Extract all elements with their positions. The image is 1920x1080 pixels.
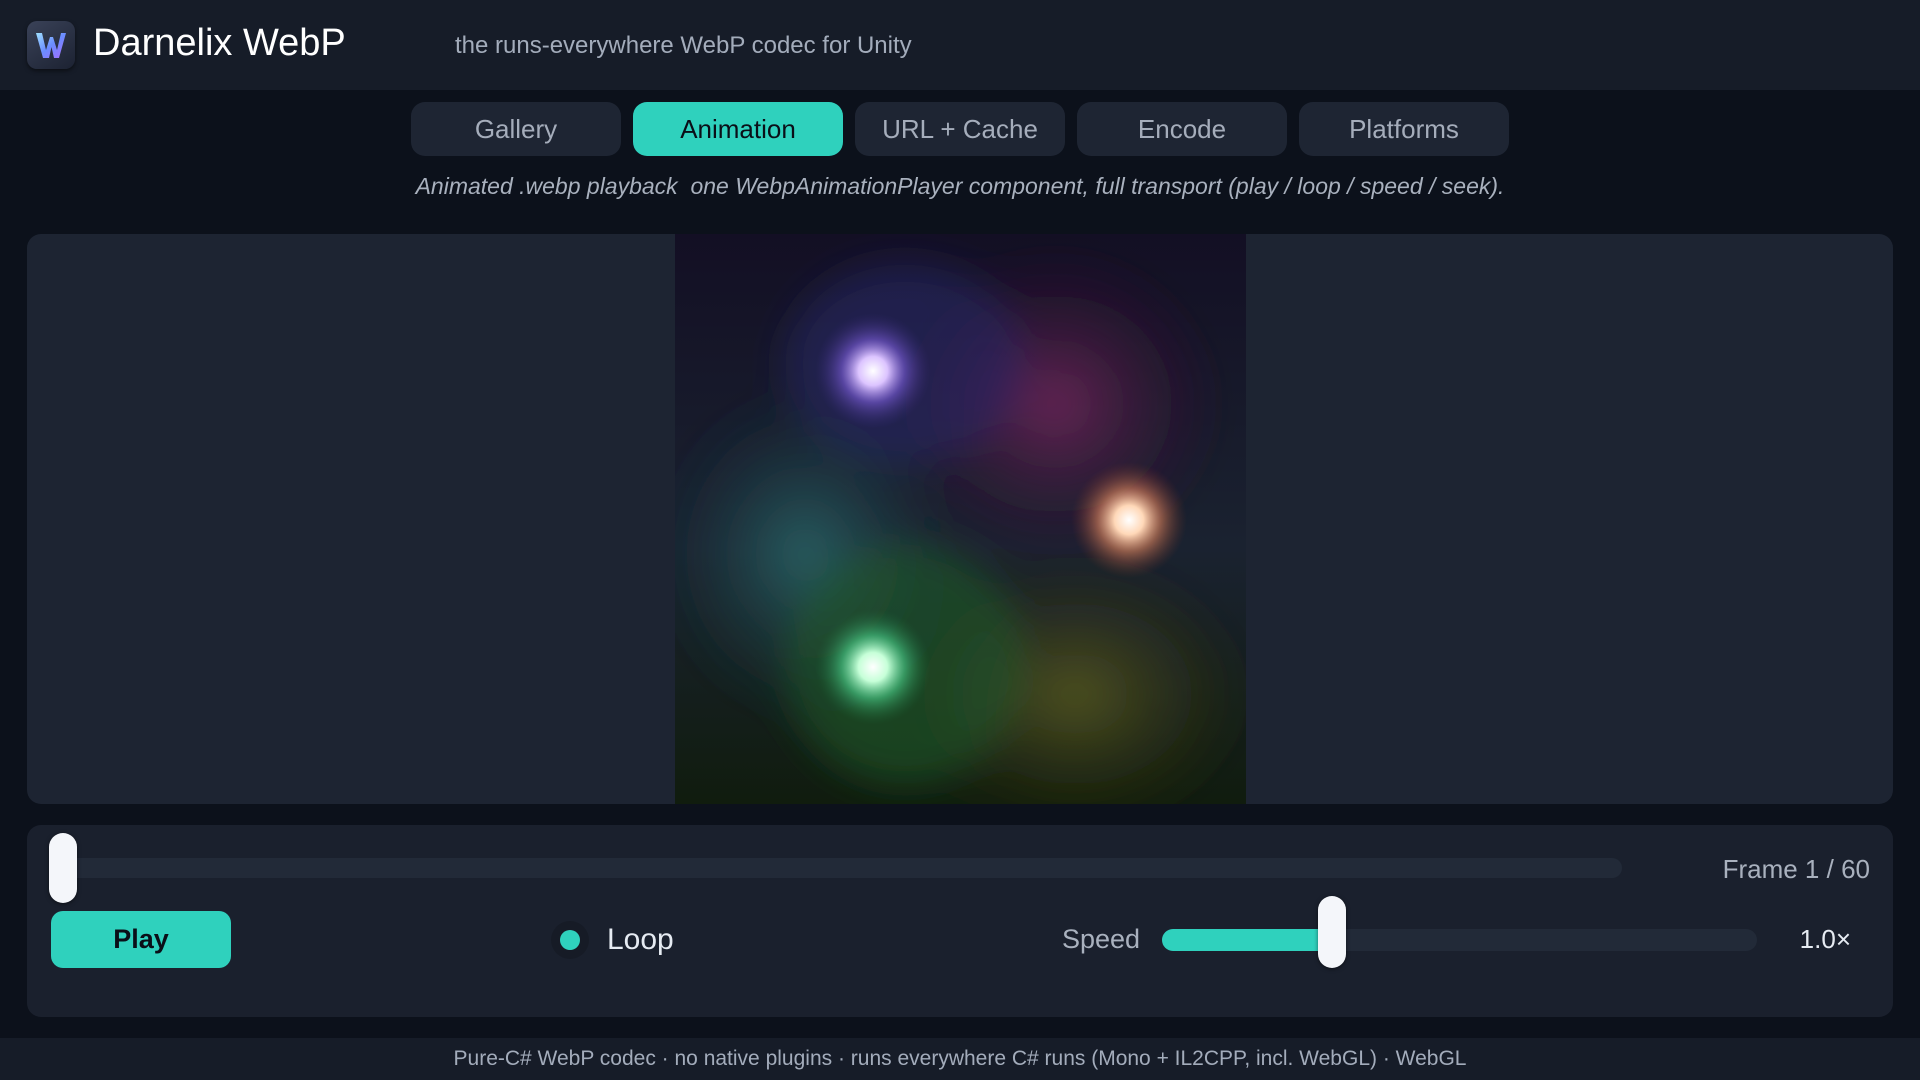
tab-gallery[interactable]: Gallery	[411, 102, 621, 156]
page-description: Animated .webp playback one WebpAnimatio…	[415, 173, 1505, 199]
tab-url-cache[interactable]: URL + Cache	[855, 102, 1065, 156]
seek-slider-thumb[interactable]	[49, 833, 77, 903]
footer: Pure-C# WebP codec · no native plugins ·…	[0, 1038, 1920, 1080]
seek-slider-track[interactable]	[62, 858, 1622, 878]
speed-label: Speed	[1062, 924, 1141, 954]
webp-logo-icon	[27, 21, 75, 69]
speed-slider-track[interactable]	[1162, 896, 1757, 968]
app-tagline: the runs-everywhere WebP codec for Unity	[455, 32, 912, 59]
blob-violet	[815, 313, 931, 429]
animation-viewer	[27, 234, 1893, 804]
blob-peach	[1071, 462, 1187, 578]
animation-frame-image	[675, 234, 1246, 804]
tab-animation[interactable]: Animation	[633, 102, 843, 156]
animation-frame-graphic	[675, 234, 1246, 804]
tab-platforms[interactable]: Platforms	[1299, 102, 1509, 156]
tab-bar: Gallery Animation URL + Cache Encode Pla…	[411, 102, 1509, 156]
speed-slider-thumb[interactable]	[1317, 896, 1346, 968]
speed-slider-fill	[1162, 929, 1336, 951]
loop-label: Loop	[607, 923, 674, 956]
app-title: Darnelix WebP	[93, 22, 346, 64]
loop-radio-icon[interactable]	[551, 921, 589, 959]
blob-green	[815, 609, 931, 725]
app-header: Darnelix WebP the runs-everywhere WebP c…	[0, 0, 1920, 90]
speed-value: 1.0×	[1799, 924, 1851, 954]
frame-counter: Frame 1 / 60	[1722, 854, 1870, 884]
loop-checked-dot	[560, 930, 580, 950]
loop-toggle[interactable]: Loop	[551, 918, 674, 962]
transport-controls: Frame 1 / 60 Play Loop Speed 1.0×	[27, 825, 1893, 1017]
tab-encode[interactable]: Encode	[1077, 102, 1287, 156]
play-button[interactable]: Play	[51, 911, 231, 968]
logo-w-glyph	[36, 33, 66, 58]
